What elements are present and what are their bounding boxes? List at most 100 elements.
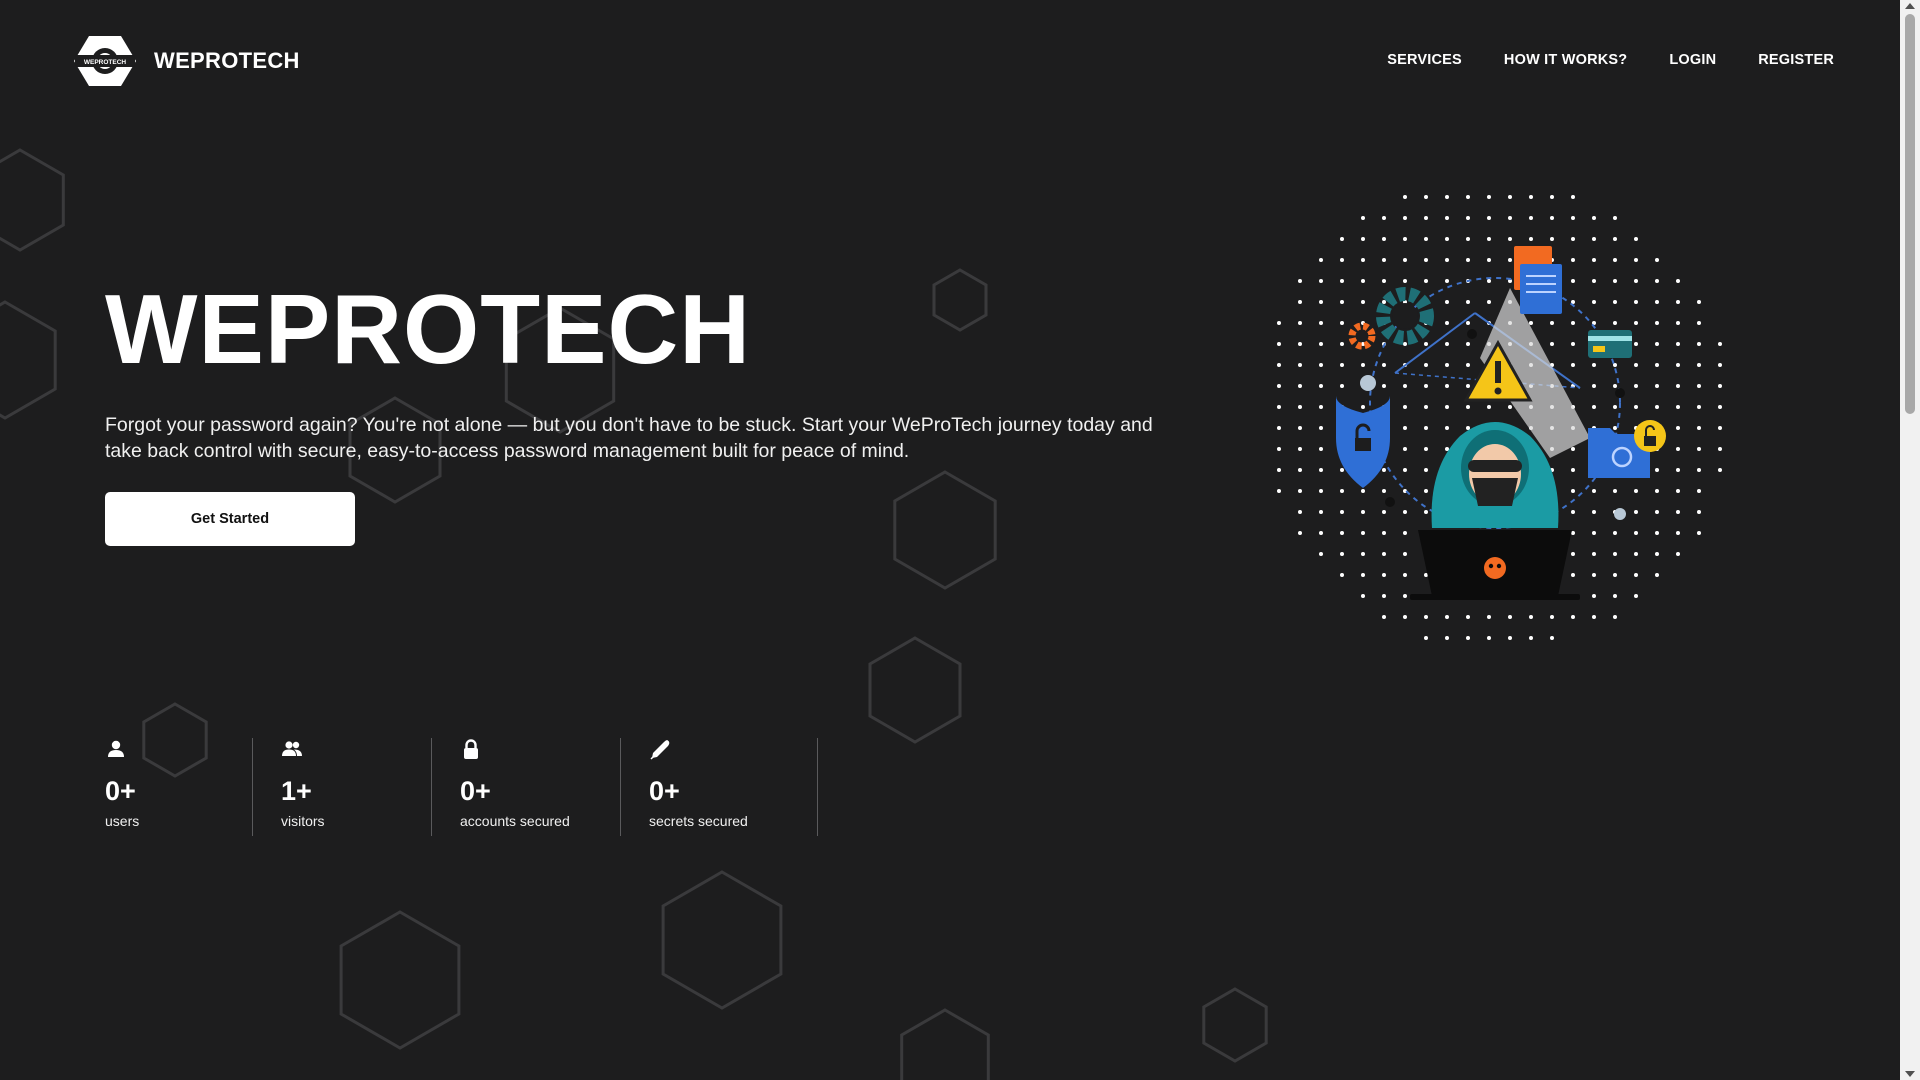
- nav-services[interactable]: SERVICES: [1387, 52, 1462, 68]
- grid-dot: [1613, 405, 1617, 409]
- grid-dot: [1319, 321, 1323, 325]
- stat-visitors: 1+ visitors: [253, 738, 432, 836]
- grid-dot: [1697, 531, 1701, 535]
- grid-dot: [1340, 321, 1344, 325]
- stat-value: 1+: [281, 776, 312, 806]
- nav-how-it-works[interactable]: HOW IT WORKS?: [1504, 52, 1627, 68]
- user-icon: [108, 740, 124, 757]
- grid-dot: [1592, 531, 1596, 535]
- credit-card-icon: [1588, 330, 1632, 358]
- grid-dot: [1718, 384, 1722, 388]
- grid-dot: [1466, 321, 1470, 325]
- grid-dot: [1529, 636, 1533, 640]
- grid-dot: [1424, 216, 1428, 220]
- grid-dot: [1340, 489, 1344, 493]
- grid-dot: [1445, 384, 1449, 388]
- nav-login[interactable]: LOGIN: [1669, 52, 1716, 68]
- grid-dot: [1424, 405, 1428, 409]
- grid-dot: [1592, 552, 1596, 556]
- grid-dot: [1361, 573, 1365, 577]
- grid-dot: [1571, 363, 1575, 367]
- grid-dot: [1277, 489, 1281, 493]
- scroll-up-icon[interactable]: [1905, 3, 1915, 9]
- gear-logo-icon: WEPROTECH: [74, 36, 136, 86]
- grid-dot: [1340, 573, 1344, 577]
- grid-dot: [1403, 531, 1407, 535]
- grid-dot: [1466, 195, 1470, 199]
- pen-icon: [650, 740, 670, 760]
- grid-dot: [1571, 279, 1575, 283]
- stat-accounts-secured: 0+ accounts secured: [432, 738, 621, 836]
- grid-dot: [1529, 237, 1533, 241]
- grid-dot: [1445, 237, 1449, 241]
- grid-dot: [1592, 384, 1596, 388]
- grid-dot: [1634, 258, 1638, 262]
- grid-dot: [1466, 342, 1470, 346]
- grid-dot: [1613, 321, 1617, 325]
- grid-dot: [1466, 405, 1470, 409]
- grid-dot: [1592, 279, 1596, 283]
- grid-dot: [1298, 447, 1302, 451]
- grid-dot: [1655, 510, 1659, 514]
- grid-dot: [1487, 279, 1491, 283]
- grid-dot: [1424, 195, 1428, 199]
- grid-dot: [1508, 258, 1512, 262]
- get-started-button[interactable]: Get Started: [105, 492, 355, 546]
- grid-dot: [1655, 384, 1659, 388]
- grid-dot: [1319, 468, 1323, 472]
- grid-dot: [1277, 384, 1281, 388]
- grid-dot: [1655, 300, 1659, 304]
- grid-dot: [1403, 405, 1407, 409]
- grid-dot: [1382, 510, 1386, 514]
- grid-dot: [1277, 468, 1281, 472]
- grid-dot: [1466, 384, 1470, 388]
- scrollbar[interactable]: [1900, 0, 1920, 1080]
- grid-dot: [1403, 573, 1407, 577]
- grid-dot: [1319, 279, 1323, 283]
- grid-dot: [1655, 468, 1659, 472]
- grid-dot: [1445, 321, 1449, 325]
- grid-dot: [1277, 321, 1281, 325]
- grid-dot: [1613, 384, 1617, 388]
- nav-register[interactable]: REGISTER: [1758, 52, 1834, 68]
- grid-dot: [1403, 195, 1407, 199]
- scroll-thumb[interactable]: [1905, 14, 1915, 414]
- grid-dot: [1319, 258, 1323, 262]
- grid-dot: [1508, 195, 1512, 199]
- grid-dot: [1403, 510, 1407, 514]
- grid-dot: [1361, 300, 1365, 304]
- grid-dot: [1319, 489, 1323, 493]
- grid-dot: [1319, 426, 1323, 430]
- grid-dot: [1361, 258, 1365, 262]
- grid-dot: [1382, 237, 1386, 241]
- stat-value: 0+: [649, 776, 680, 806]
- scroll-down-icon[interactable]: [1905, 1071, 1915, 1077]
- grid-dot: [1277, 426, 1281, 430]
- grid-dot: [1466, 300, 1470, 304]
- grid-dot: [1424, 237, 1428, 241]
- grid-dot: [1382, 279, 1386, 283]
- grid-dot: [1529, 195, 1533, 199]
- grid-dot: [1445, 426, 1449, 430]
- grid-dot: [1718, 447, 1722, 451]
- grid-dot: [1697, 489, 1701, 493]
- grid-dot: [1424, 615, 1428, 619]
- grid-dot: [1634, 573, 1638, 577]
- grid-dot: [1403, 384, 1407, 388]
- grid-dot: [1445, 636, 1449, 640]
- logo-text: WEPROTECH: [84, 59, 127, 66]
- grid-dot: [1466, 426, 1470, 430]
- grid-dot: [1382, 216, 1386, 220]
- grid-dot: [1466, 615, 1470, 619]
- grid-dot: [1655, 573, 1659, 577]
- grid-dot: [1634, 279, 1638, 283]
- grid-dot: [1655, 279, 1659, 283]
- grid-dot: [1613, 531, 1617, 535]
- grid-dot: [1487, 300, 1491, 304]
- brand[interactable]: WEPROTECH WEPROTECH: [72, 32, 300, 90]
- grid-dot: [1445, 195, 1449, 199]
- users-icon: [282, 741, 302, 756]
- grid-dot: [1676, 468, 1680, 472]
- folder-icon: [1588, 420, 1666, 478]
- grid-dot: [1382, 384, 1386, 388]
